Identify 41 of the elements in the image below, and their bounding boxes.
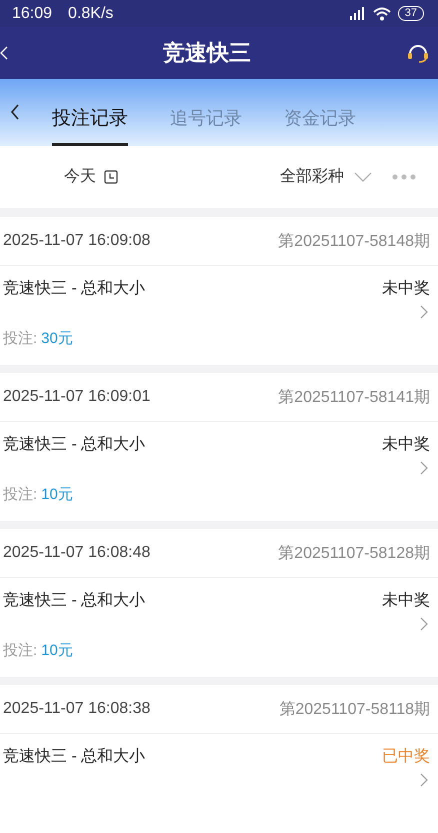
bet-amount: 30元 (41, 330, 73, 347)
chevron-right-icon (420, 617, 428, 631)
page-title: 竞速快三 (163, 39, 251, 68)
chevron-right-icon (420, 773, 428, 787)
result-status: 未中奖 (382, 278, 430, 299)
issue-number: 第20251107-58148期 (278, 232, 430, 252)
lottery-filter[interactable]: 全部彩种 (280, 166, 372, 188)
issue-number: 第20251107-58141期 (278, 388, 430, 408)
bet-label: 投注: (3, 486, 38, 503)
network-speed: 0.8K/s (68, 4, 114, 23)
date-filter[interactable]: 今天 (64, 166, 118, 188)
bet-label: 投注: (3, 642, 38, 659)
issue-number: 第20251107-58128期 (278, 544, 430, 564)
status-time: 16:09 (12, 4, 52, 23)
calendar-icon (104, 170, 118, 184)
result-status: 未中奖 (382, 590, 430, 611)
record-card[interactable]: 2025-11-07 16:09:08 第20251107-58148期 竞速快三 - 总和大小 未中奖 投注: 30元 (0, 217, 438, 365)
result-status: 未中奖 (382, 434, 430, 455)
chevron-right-icon (420, 461, 428, 475)
game-name: 竞速快三 - 总和大小 (3, 434, 146, 455)
wifi-icon (372, 6, 391, 21)
bet-label: 投注: (3, 330, 38, 347)
issue-number: 第20251107-58118期 (279, 700, 430, 720)
record-time: 2025-11-07 16:08:38 (3, 700, 150, 718)
record-time: 2025-11-07 16:09:08 (3, 232, 150, 250)
record-card[interactable]: 2025-11-07 16:08:38 第20251107-58118期 竞速快三 - 总和大小 已中奖 (0, 685, 438, 833)
signal-icon (348, 6, 366, 21)
record-card[interactable]: 2025-11-07 16:09:01 第20251107-58141期 竞速快三 - 总和大小 未中奖 投注: 10元 (0, 373, 438, 521)
game-name: 竞速快三 - 总和大小 (3, 278, 146, 299)
back-icon[interactable] (10, 103, 20, 122)
bet-amount: 10元 (41, 642, 73, 659)
chevron-down-icon (354, 172, 372, 182)
game-name: 竞速快三 - 总和大小 (3, 746, 146, 767)
battery-indicator: 37 (398, 6, 424, 22)
game-name: 竞速快三 - 总和大小 (3, 590, 146, 611)
bet-amount: 10元 (41, 486, 73, 503)
result-status: 已中奖 (382, 746, 430, 767)
record-card[interactable]: 2025-11-07 16:08:48 第20251107-58128期 竞速快三 - 总和大小 未中奖 投注: 10元 (0, 529, 438, 677)
chevron-right-icon (420, 305, 428, 319)
record-time: 2025-11-07 16:09:01 (3, 388, 150, 406)
record-time: 2025-11-07 16:08:48 (3, 544, 150, 562)
